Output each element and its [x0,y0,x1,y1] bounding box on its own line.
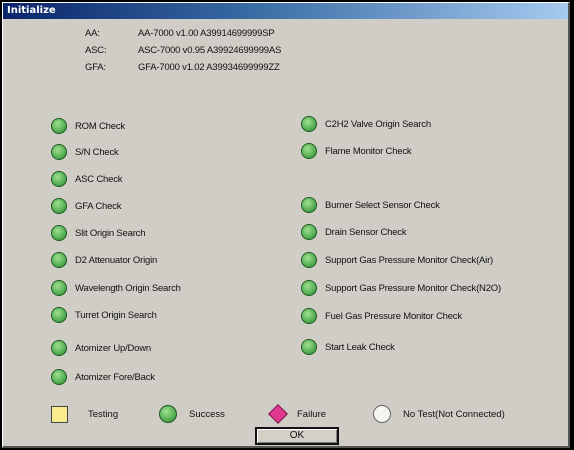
check-gfa: GFA Check [51,196,121,216]
dialog-title: Initialize [3,3,568,19]
success-status-icon [51,225,67,241]
check-label: Start Leak Check [325,341,395,353]
version-key: ASC: [85,45,107,56]
failure-diamond-icon [268,404,288,424]
version-key: AA: [85,28,100,39]
legend-success: Success [159,403,225,425]
check-support-gas-air: Support Gas Pressure Monitor Check(Air) [301,250,493,270]
success-status-icon [301,339,317,355]
check-support-gas-n2o: Support Gas Pressure Monitor Check(N2O) [301,278,501,298]
check-asc: ASC Check [51,169,123,189]
success-status-icon [51,369,67,385]
check-label: ASC Check [75,173,123,185]
check-label: ROM Check [75,120,125,132]
success-status-icon [301,143,317,159]
check-drain-sensor: Drain Sensor Check [301,222,407,242]
check-label: D2 Attenuator Origin [75,254,158,266]
success-status-icon [51,144,67,160]
version-value: ASC-7000 v0.95 A39924699999AS [138,45,282,56]
testing-square-icon [51,405,68,423]
success-status-icon [51,252,67,268]
check-label: Support Gas Pressure Monitor Check(N2O) [325,282,501,294]
success-status-icon [51,340,67,356]
success-status-icon [51,280,67,296]
legend-no-test: No Test(Not Connected) [373,403,505,425]
success-status-icon [301,116,317,132]
legend-testing: Testing [51,403,118,425]
version-key: GFA: [85,62,106,73]
check-label: Support Gas Pressure Monitor Check(Air) [325,254,494,266]
version-value: AA-7000 v1.00 A39914699999SP [138,28,275,39]
success-status-icon [51,307,67,323]
no-test-circle-icon [373,405,391,423]
check-label: Atomizer Fore/Back [75,371,155,383]
success-status-icon [301,308,317,324]
success-status-icon [301,252,317,268]
check-rom: ROM Check [51,116,125,136]
check-label: Fuel Gas Pressure Monitor Check [325,310,462,322]
legend-label: Success [189,408,225,420]
check-d2-attenuator: D2 Attenuator Origin [51,250,157,270]
check-label: C2H2 Valve Origin Search [325,118,431,130]
success-status-icon [301,197,317,213]
check-label: Turret Origin Search [75,309,157,321]
success-circle-icon [159,405,177,423]
check-slit-origin: Slit Origin Search [51,223,146,243]
check-atomizer-updown: Atomizer Up/Down [51,338,151,358]
check-burner-select: Burner Select Sensor Check [301,195,440,215]
check-turret-origin: Turret Origin Search [51,305,157,325]
check-label: S/N Check [75,146,119,158]
legend-failure: Failure [268,403,327,425]
check-flame-monitor: Flame Monitor Check [301,141,412,161]
check-label: Burner Select Sensor Check [325,199,440,211]
success-status-icon [51,118,67,134]
success-status-icon [301,280,317,296]
success-status-icon [51,171,67,187]
check-wavelength-origin: Wavelength Origin Search [51,278,181,298]
success-status-icon [301,224,317,240]
check-atomizer-foreback: Atomizer Fore/Back [51,367,155,387]
legend-label: Failure [297,408,327,420]
check-label: Slit Origin Search [75,227,146,239]
check-c2h2-valve: C2H2 Valve Origin Search [301,114,431,134]
check-label: Atomizer Up/Down [75,342,151,354]
ok-button[interactable]: OK [255,427,339,445]
check-label: Drain Sensor Check [325,226,407,238]
check-label: GFA Check [75,200,122,212]
check-label: Wavelength Origin Search [75,282,181,294]
legend-label: No Test(Not Connected) [403,408,505,420]
check-label: Flame Monitor Check [325,145,412,157]
check-fuel-gas: Fuel Gas Pressure Monitor Check [301,306,462,326]
initialize-dialog: Initialize AA: AA-7000 v1.00 A3991469999… [2,2,570,448]
check-sn: S/N Check [51,142,119,162]
version-value: GFA-7000 v1.02 A39934699999ZZ [138,62,280,73]
success-status-icon [51,198,67,214]
legend-label: Testing [88,408,119,420]
check-start-leak: Start Leak Check [301,337,395,357]
